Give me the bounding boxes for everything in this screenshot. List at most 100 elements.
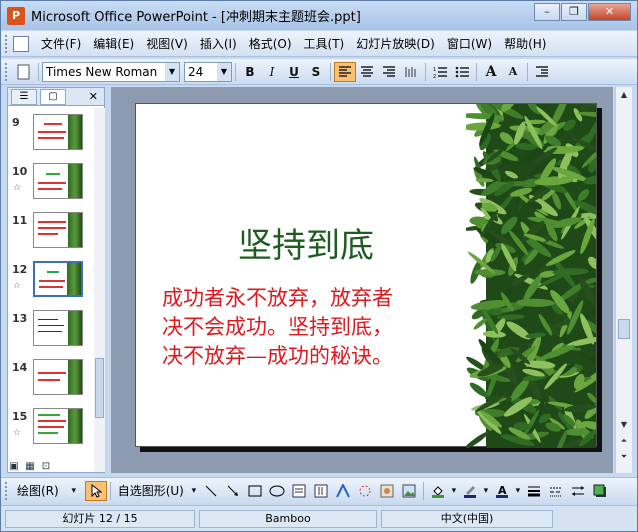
bold-button[interactable]: B bbox=[239, 62, 261, 82]
line-style-icon[interactable] bbox=[523, 481, 545, 501]
thumbnail-image[interactable] bbox=[33, 408, 83, 444]
chevron-down-icon[interactable]: ▼ bbox=[217, 62, 231, 81]
arrow-style-icon[interactable] bbox=[567, 481, 589, 501]
slide-thumbnail-12[interactable]: 12 ☆ bbox=[8, 261, 92, 301]
slide-thumbnail-11[interactable]: 11 bbox=[8, 212, 92, 252]
thumbnail-image[interactable] bbox=[33, 212, 83, 248]
slides-tab-icon[interactable]: ▢ bbox=[40, 88, 66, 105]
chevron-down-icon[interactable]: ▾ bbox=[481, 481, 491, 501]
editor-vertical-scrollbar[interactable]: ▲ ▼ ⏶ ⏷ bbox=[615, 87, 632, 473]
align-center-icon[interactable] bbox=[356, 62, 378, 82]
italic-button[interactable]: I bbox=[261, 62, 283, 82]
slide-number: 15 bbox=[12, 410, 28, 423]
panel-close-icon[interactable]: ✕ bbox=[89, 90, 98, 103]
indent-icon[interactable] bbox=[531, 62, 553, 82]
thumbnail-image[interactable] bbox=[33, 359, 83, 395]
svg-text:2: 2 bbox=[433, 74, 436, 78]
slide-thumbnail-9[interactable]: 9 bbox=[8, 114, 92, 154]
panel-scrollbar[interactable] bbox=[94, 108, 105, 472]
outline-tab-icon[interactable]: ☰ bbox=[11, 88, 37, 105]
increase-font-button[interactable]: A bbox=[480, 62, 502, 82]
scroll-up-icon[interactable]: ▲ bbox=[618, 89, 630, 101]
restore-button[interactable]: ❐ bbox=[561, 3, 587, 21]
slide-title[interactable]: 坚持到底 bbox=[136, 218, 476, 267]
line-tool-icon[interactable] bbox=[200, 481, 222, 501]
menu-edit[interactable]: 编辑(E) bbox=[87, 35, 140, 52]
menu-grip[interactable] bbox=[5, 34, 9, 53]
align-right-icon[interactable] bbox=[378, 62, 400, 82]
draw-menu-button[interactable]: 绘图(R) bbox=[13, 482, 63, 499]
design-template-status: Bamboo bbox=[199, 509, 377, 528]
slide-thumbnail-13[interactable]: 13 bbox=[8, 310, 92, 350]
vertical-textbox-icon[interactable] bbox=[310, 481, 332, 501]
slide-thumbnail-15[interactable]: 15 ☆ bbox=[8, 408, 92, 448]
menu-tools[interactable]: 工具(T) bbox=[298, 35, 351, 52]
powerpoint-app-icon[interactable]: P bbox=[7, 6, 25, 25]
arrow-tool-icon[interactable] bbox=[222, 481, 244, 501]
slide-thumbnail-14[interactable]: 14 bbox=[8, 359, 92, 399]
menu-view[interactable]: 视图(V) bbox=[140, 35, 194, 52]
next-slide-icon[interactable]: ⏷ bbox=[618, 451, 630, 463]
menu-file[interactable]: 文件(F) bbox=[35, 35, 87, 52]
decrease-font-button[interactable]: A bbox=[502, 62, 524, 82]
line-color-icon[interactable] bbox=[459, 481, 481, 501]
chevron-down-icon[interactable]: ▼ bbox=[165, 62, 179, 81]
menu-window[interactable]: 窗口(W) bbox=[441, 35, 498, 52]
scroll-down-icon[interactable]: ▼ bbox=[618, 419, 630, 431]
slides-panel: ☰ ▢ ✕ 9 10 ☆ 11 12 ☆ 13 14 15 ☆ bbox=[7, 87, 105, 473]
wordart-icon[interactable] bbox=[332, 481, 354, 501]
bullet-list-icon[interactable] bbox=[451, 62, 473, 82]
font-size-combo[interactable]: 24 ▼ bbox=[184, 61, 232, 82]
slide-sorter-view-icon[interactable]: ▦ bbox=[23, 460, 37, 474]
chevron-down-icon[interactable]: ▾ bbox=[188, 481, 200, 501]
normal-view-icon[interactable]: ▣ bbox=[7, 460, 21, 474]
panel-tabs: ☰ ▢ ✕ bbox=[8, 88, 104, 106]
font-name-combo[interactable]: Times New Roman ▼ bbox=[42, 61, 180, 82]
panel-scroll-thumb[interactable] bbox=[95, 358, 104, 418]
body-line: 成功者永不放弃，放弃者 bbox=[162, 286, 393, 310]
clipart-icon[interactable] bbox=[376, 481, 398, 501]
slide-body-text[interactable]: 成功者永不放弃，放弃者 决不会成功。坚持到底， 决不放弃—成功的秘诀。 bbox=[162, 284, 462, 371]
fill-color-icon[interactable] bbox=[427, 481, 449, 501]
chevron-down-icon[interactable]: ▾ bbox=[63, 481, 85, 501]
body-line: 决不放弃—成功的秘诀。 bbox=[162, 344, 393, 368]
thumbnail-image-selected[interactable] bbox=[33, 261, 83, 297]
diagram-icon[interactable] bbox=[354, 481, 376, 501]
menu-help[interactable]: 帮助(H) bbox=[498, 35, 552, 52]
toolbar-separator bbox=[330, 62, 331, 81]
distribute-icon[interactable] bbox=[400, 62, 422, 82]
select-pointer-icon[interactable] bbox=[84, 480, 107, 501]
chevron-down-icon[interactable]: ▾ bbox=[449, 481, 459, 501]
menu-insert[interactable]: 插入(I) bbox=[194, 35, 243, 52]
rectangle-tool-icon[interactable] bbox=[244, 481, 266, 501]
thumbnail-image[interactable] bbox=[33, 310, 83, 346]
underline-button[interactable]: U bbox=[283, 62, 305, 82]
menu-slideshow[interactable]: 幻灯片放映(D) bbox=[350, 35, 441, 52]
align-left-icon[interactable] bbox=[334, 61, 356, 82]
close-button[interactable]: ✕ bbox=[588, 3, 631, 21]
menu-format[interactable]: 格式(O) bbox=[243, 35, 298, 52]
document-icon[interactable] bbox=[13, 35, 29, 52]
status-bar: 幻灯片 12 / 15 Bamboo 中文(中国) bbox=[1, 505, 637, 531]
drawbar-grip[interactable] bbox=[5, 481, 9, 500]
shadow-button[interactable]: S bbox=[305, 62, 327, 82]
minimize-button[interactable]: – bbox=[534, 3, 560, 21]
numbered-list-icon[interactable]: 12 bbox=[429, 62, 451, 82]
dash-style-icon[interactable] bbox=[545, 481, 567, 501]
slideshow-view-icon[interactable]: ⊡ bbox=[39, 460, 53, 474]
font-color-icon[interactable]: A bbox=[491, 481, 513, 501]
new-document-icon[interactable] bbox=[13, 62, 35, 82]
oval-tool-icon[interactable] bbox=[266, 481, 288, 501]
chevron-down-icon[interactable]: ▾ bbox=[513, 481, 523, 501]
current-slide[interactable]: 坚持到底 成功者永不放弃，放弃者 决不会成功。坚持到底， 决不放弃—成功的秘诀。 bbox=[135, 103, 597, 448]
toolbar-grip[interactable] bbox=[5, 62, 9, 81]
slide-thumbnail-10[interactable]: 10 ☆ bbox=[8, 163, 92, 203]
insert-picture-icon[interactable] bbox=[398, 481, 420, 501]
editor-scroll-thumb[interactable] bbox=[618, 319, 630, 339]
textbox-tool-icon[interactable] bbox=[288, 481, 310, 501]
thumbnail-image[interactable] bbox=[33, 114, 83, 150]
previous-slide-icon[interactable]: ⏶ bbox=[618, 435, 630, 447]
thumbnail-image[interactable] bbox=[33, 163, 83, 199]
shadow-style-icon[interactable] bbox=[589, 481, 611, 501]
autoshapes-button[interactable]: 自选图形(U) bbox=[114, 482, 188, 499]
